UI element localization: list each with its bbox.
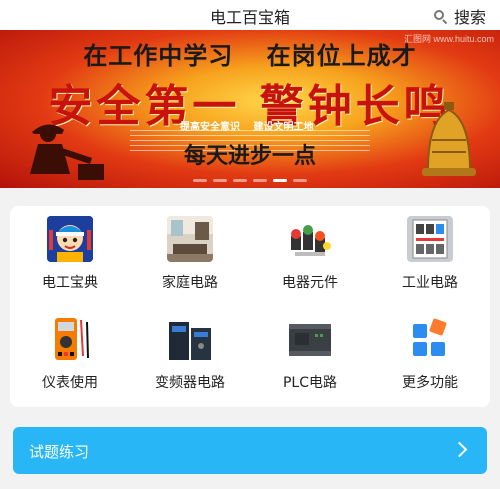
search-button[interactable]: 搜索 [433,4,486,28]
grid-item-label: 工业电路 [402,275,458,291]
grid-item-label: 电器元件 [282,275,338,291]
grid-item-label: 家庭电路 [162,275,218,291]
feature-grid: 电工宝典 家庭电路 电器元件 工业电路 仪表使用 变频器电路 PLC电路 更多功… [10,206,490,407]
electrician-mascot-icon [47,216,93,262]
grid-item-components[interactable]: 电器元件 [250,206,370,306]
carousel-indicator [0,179,500,182]
practice-exercises-button[interactable]: 试题练习 [13,427,487,474]
grid-item-electrician-handbook[interactable]: 电工宝典 [10,206,130,306]
banner-subtitle-left: 提高安全意识 [180,122,240,133]
push-button-components-icon [287,216,333,262]
grid-item-inverter-circuit[interactable]: 变频器电路 [130,306,250,406]
banner-headline-left: 在工作中学习 [83,42,234,70]
carousel-dot[interactable] [193,179,207,182]
banner-carousel[interactable]: 汇图网 www.huitu.com 在工作中学习 在岗位上成才 安全第一 警钟长… [0,30,500,188]
carousel-dot-active[interactable] [273,179,287,182]
grid-item-more-features[interactable]: 更多功能 [370,306,490,406]
carousel-dot[interactable] [253,179,267,182]
banner-subtitle: 提高安全意识 建设文明工地 [180,118,323,133]
grid-item-home-circuit[interactable]: 家庭电路 [130,206,250,306]
grid-item-industrial-circuit[interactable]: 工业电路 [370,206,490,306]
grid-item-label: 变频器电路 [155,375,225,391]
chevron-right-icon [451,441,468,458]
banner-headline: 在工作中学习 在岗位上成才 [0,36,500,71]
bell-icon [422,102,476,176]
top-bar: 电工百宝箱 搜索 [0,0,500,30]
grid-item-label: 电工宝典 [42,275,98,291]
grid-item-label: 仪表使用 [42,375,98,391]
banner-headline-right: 在岗位上成才 [266,42,417,70]
banner-subtitle-right: 建设文明工地 [253,122,314,133]
multimeter-icon [47,316,93,362]
grid-item-meter-usage[interactable]: 仪表使用 [10,306,130,406]
home-room-icon [167,216,213,262]
carousel-dot[interactable] [213,179,227,182]
grid-item-label: 更多功能 [402,375,458,391]
inverter-icon [167,316,213,362]
practice-label: 试题练习 [29,443,90,461]
carousel-dot[interactable] [293,179,307,182]
plc-module-icon [287,316,333,362]
grid-item-plc-circuit[interactable]: PLC电路 [250,306,370,406]
more-grid-icon [407,316,453,362]
industrial-panel-icon [407,216,453,262]
page-title: 电工百宝箱 [209,8,290,27]
search-label: 搜索 [453,8,486,27]
grid-item-label: PLC电路 [282,375,338,391]
search-icon [433,9,448,24]
carousel-dot[interactable] [233,179,247,182]
worker-silhouette-icon [30,124,104,180]
